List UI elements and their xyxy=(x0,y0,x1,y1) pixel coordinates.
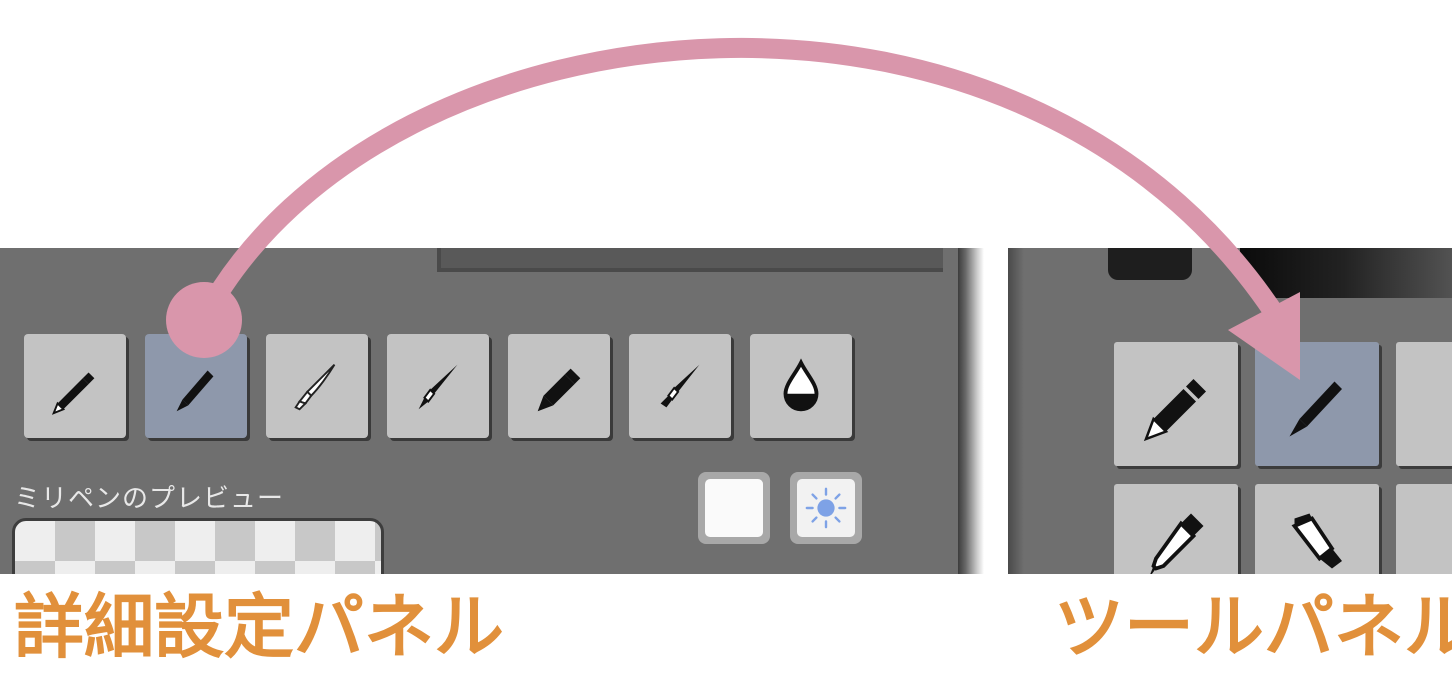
pen-icon xyxy=(1418,364,1452,444)
caption-detail-panel: 詳細設定パネル xyxy=(14,586,504,668)
tool-next-row-button[interactable] xyxy=(1396,484,1452,574)
tool-pencil-button[interactable] xyxy=(1114,342,1238,466)
panel-edge-shadow xyxy=(958,248,984,574)
color-swatch[interactable] xyxy=(1108,248,1192,280)
millipen-icon xyxy=(176,370,214,412)
sun-icon xyxy=(805,487,847,529)
paint-tube-icon xyxy=(1291,513,1342,569)
water-drop-icon xyxy=(783,358,819,412)
tool-paint-tube-button[interactable] xyxy=(1255,484,1379,574)
marker-icon xyxy=(537,368,581,412)
eyedropper-icon xyxy=(1150,513,1204,574)
tool-panel xyxy=(1008,248,1452,574)
tool-next-button[interactable] xyxy=(1396,342,1452,466)
preview-label: ミリペンのプレビュー xyxy=(14,484,285,514)
panel-edge xyxy=(1008,248,1024,574)
tool-eyedropper-button[interactable] xyxy=(1114,484,1238,574)
white-background-toggle[interactable] xyxy=(698,472,770,544)
flat-brush-icon xyxy=(660,364,700,408)
detail-settings-panel: ミリペンのプレビュー xyxy=(0,248,958,574)
pencil-icon xyxy=(1143,379,1206,442)
watercolor-brush-icon xyxy=(294,364,336,411)
detail-panel-header-box xyxy=(437,248,943,272)
pen-brush-icon xyxy=(418,364,458,410)
light-background-toggle[interactable] xyxy=(790,472,862,544)
detail-tool-water-button[interactable] xyxy=(750,334,852,438)
tool-millipen-button[interactable] xyxy=(1255,342,1379,466)
color-gradient-bar[interactable] xyxy=(1240,248,1452,298)
brush-preview-area xyxy=(12,518,384,574)
detail-tool-pen-brush-button[interactable] xyxy=(387,334,489,438)
caption-tool-panel: ツールパネル xyxy=(1054,586,1452,668)
detail-tool-millipen-button[interactable] xyxy=(145,334,247,438)
detail-tool-pencil-button[interactable] xyxy=(24,334,126,438)
white-background-icon xyxy=(705,479,763,537)
detail-tool-flat-brush-button[interactable] xyxy=(629,334,731,438)
detail-tool-watercolor-button[interactable] xyxy=(266,334,368,438)
millipen-icon xyxy=(1289,381,1342,437)
pencil-icon xyxy=(51,372,95,415)
detail-tool-marker-button[interactable] xyxy=(508,334,610,438)
